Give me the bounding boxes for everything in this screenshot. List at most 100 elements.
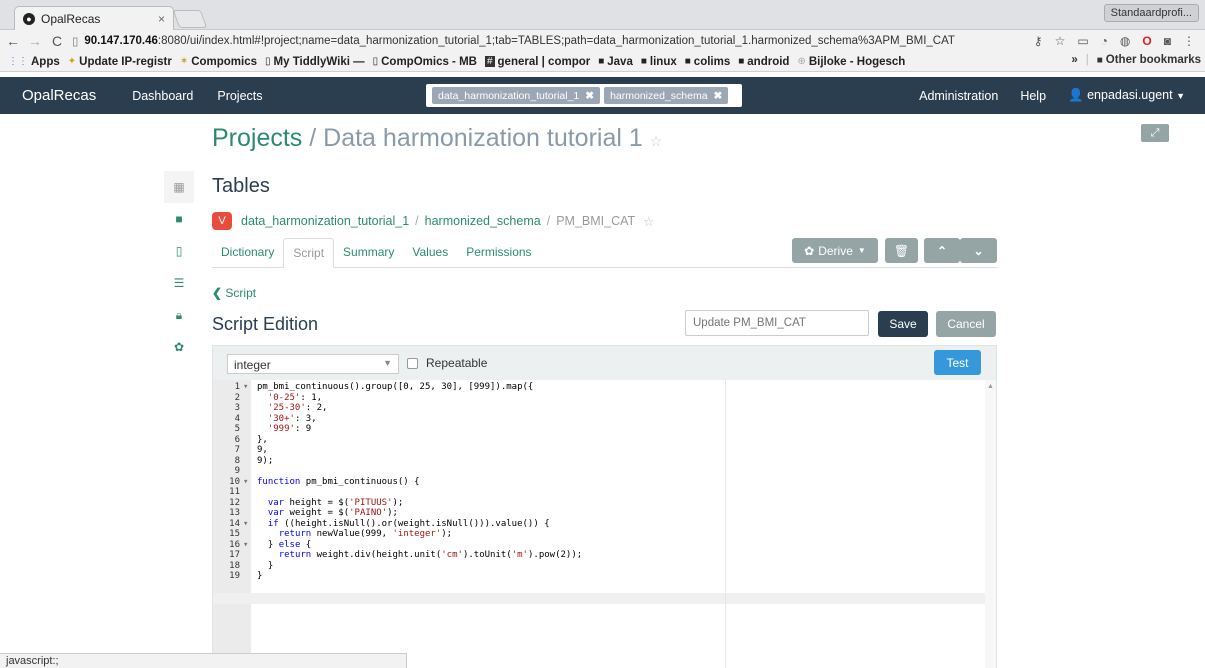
cancel-button[interactable]: Cancel (936, 311, 996, 337)
fold-marker-icon[interactable]: ▾ (243, 540, 251, 551)
code-line[interactable]: 16 ▾ } else { (213, 540, 582, 551)
code-line[interactable]: 11 (213, 487, 582, 498)
value-type-select[interactable]: integer ▼ (227, 354, 399, 374)
next-button[interactable]: ⌄ (960, 238, 997, 263)
expand-button[interactable]: ⤢ (1141, 124, 1169, 142)
bookmark-item[interactable]: # general | compor (484, 56, 590, 68)
code-line[interactable]: 7 9, (213, 445, 582, 456)
bookmark-folder[interactable]: ■ linux (641, 56, 677, 68)
bookmark-item[interactable]: ▯ My TiddlyWiki — (265, 56, 365, 68)
search-tag[interactable]: harmonized_schema ✖ (604, 87, 729, 104)
code-line[interactable]: 18 } (213, 561, 582, 572)
folder-nav-icon[interactable]: ■ (164, 203, 194, 235)
list-nav-icon[interactable]: ☰ (164, 267, 194, 299)
code-line[interactable]: 8 9); (213, 456, 582, 467)
cast-icon[interactable]: ▭ (1077, 34, 1088, 48)
code-lines[interactable]: 1 ▾ pm_bmi_continuous().group([0, 25, 30],… (213, 382, 582, 582)
test-button[interactable]: Test (934, 350, 981, 375)
save-button[interactable]: Save (878, 311, 928, 337)
nav-administration[interactable]: Administration (919, 89, 998, 103)
lock-nav-icon[interactable]: 🔒︎ (164, 299, 194, 331)
bookmark-folder[interactable]: ■ Java (598, 56, 633, 68)
browser-tab[interactable]: ● OpalRecas × (14, 6, 174, 30)
fold-marker-icon[interactable]: ▾ (243, 382, 251, 393)
favorite-star-icon[interactable]: ☆ (643, 214, 654, 229)
bookmark-item[interactable]: ✶ Compomics (180, 56, 257, 68)
back-to-script-link[interactable]: ❮ Script (212, 286, 256, 300)
code-line[interactable]: 9 (213, 466, 582, 477)
tab-dictionary[interactable]: Dictionary (212, 237, 283, 267)
breadcrumb-project[interactable]: data_harmonization_tutorial_1 (241, 214, 409, 228)
extension-icon[interactable]: ◔ (1101, 34, 1108, 48)
user-menu[interactable]: 👤 enpadasi.ugent ▼ (1068, 88, 1185, 103)
code-line[interactable]: 5 '999': 9 (213, 424, 582, 435)
key-icon[interactable]: ⚷ (1034, 34, 1043, 48)
code-line[interactable]: 19} (213, 571, 582, 582)
star-icon: ✦ (67, 56, 77, 67)
code-line[interactable]: 4 '30+': 3, (213, 414, 582, 425)
other-bookmarks[interactable]: ■ Other bookmarks (1097, 54, 1201, 66)
repeatable-checkbox[interactable] (407, 357, 418, 369)
nav-dashboard[interactable]: Dashboard (132, 89, 193, 103)
code-line[interactable]: 12 var height = $('PITUUS'); (213, 498, 582, 509)
bookmark-folder[interactable]: ■ colims (685, 56, 730, 68)
bookmark-star-icon[interactable]: ☆ (1055, 34, 1066, 48)
tab-script[interactable]: Script (283, 238, 335, 268)
opera-icon[interactable]: O (1142, 34, 1151, 48)
fold-marker-icon[interactable]: ▾ (243, 477, 251, 488)
tab-permissions[interactable]: Permissions (457, 237, 540, 267)
menu-icon[interactable]: ⋮ (1183, 34, 1195, 48)
editor-scrollbar[interactable]: ▲ (985, 380, 996, 668)
repeatable-option[interactable]: Repeatable (407, 356, 487, 370)
extension-icon[interactable]: ◍ (1120, 34, 1130, 48)
nav-help[interactable]: Help (1020, 89, 1046, 103)
url-field[interactable]: ▯ 90.147.170.46:8080/ui/index.html#!proj… (72, 32, 1026, 50)
bookmarks-more-button[interactable]: » (1071, 54, 1077, 66)
bookmark-item[interactable]: ⊕ Bijloke - Hogesch (797, 56, 905, 68)
bookmark-item[interactable]: ✦ Update IP-registr (68, 56, 172, 68)
tag-remove-icon[interactable]: ✖ (714, 90, 723, 102)
code-line[interactable]: 17 return weight.div(height.unit('cm').t… (213, 550, 582, 561)
tables-nav-icon[interactable]: ▦ (164, 171, 194, 203)
code-line[interactable]: 1 ▾ pm_bmi_continuous().group([0, 25, 30],… (213, 382, 582, 393)
code-editor[interactable]: 1 ▾ pm_bmi_continuous().group([0, 25, 30],… (213, 380, 996, 668)
code-line[interactable]: 10 ▾ function pm_bmi_continuous() { (213, 477, 582, 488)
projects-link[interactable]: Projects (212, 124, 302, 152)
reload-icon[interactable]: C (48, 33, 66, 49)
nav-projects[interactable]: Projects (217, 89, 262, 103)
bookmark-item[interactable]: ▯ CompOmics - MB (373, 56, 477, 68)
update-comment-input[interactable] (685, 310, 869, 336)
tab-values[interactable]: Values (403, 237, 457, 267)
page-info-icon[interactable]: ▯ (72, 34, 78, 48)
settings-nav-icon[interactable]: ✿ (164, 331, 194, 363)
profile-button[interactable]: Standaardprofi... (1103, 4, 1199, 22)
tag-remove-icon[interactable]: ✖ (585, 90, 594, 102)
code-line[interactable]: 13 var weight = $('PAINO'); (213, 508, 582, 519)
search-tag-bar[interactable]: data_harmonization_tutorial_1 ✖ harmonize… (426, 84, 742, 107)
search-tag[interactable]: data_harmonization_tutorial_1 ✖ (432, 87, 601, 104)
derive-button[interactable]: ✿ Derive ▼ (792, 238, 878, 263)
code-text: '0-25': 1, (267, 392, 323, 403)
file-nav-icon[interactable]: ▯ (164, 235, 194, 267)
breadcrumb-table[interactable]: harmonized_schema (425, 214, 541, 228)
previous-button[interactable]: ⌃ (924, 238, 960, 263)
code-line[interactable]: 15 return newValue(999, 'integer'); (213, 529, 582, 540)
code-line[interactable]: 2 '0-25': 1, (213, 393, 582, 404)
extension-icon[interactable]: ◙ (1164, 34, 1171, 48)
code-text: return newValue(999, 'integer'); (278, 529, 453, 539)
favorite-star-icon[interactable]: ☆ (650, 133, 663, 149)
code-line[interactable]: 6}, (213, 435, 582, 446)
back-arrow-icon[interactable]: ← (4, 33, 22, 49)
tab-close-icon[interactable]: × (158, 12, 165, 26)
bookmark-item[interactable]: ⋮⋮ Apps (8, 56, 60, 68)
brand-link[interactable]: OpalRecas (22, 87, 96, 104)
code-line[interactable]: 14 ▾ if ((height.isNull().or(weight.isNul… (213, 519, 582, 530)
scroll-up-icon[interactable]: ▲ (985, 383, 996, 390)
tab-summary[interactable]: Summary (334, 237, 403, 267)
code-line[interactable]: 3 '25-30': 2, (213, 403, 582, 414)
fold-marker-icon[interactable]: ▾ (243, 519, 251, 530)
bookmark-folder[interactable]: ■ android (738, 56, 789, 68)
new-tab-button[interactable] (172, 10, 208, 28)
forward-arrow-icon[interactable]: → (26, 33, 44, 49)
delete-button[interactable]: 🗑︎ (885, 238, 918, 263)
